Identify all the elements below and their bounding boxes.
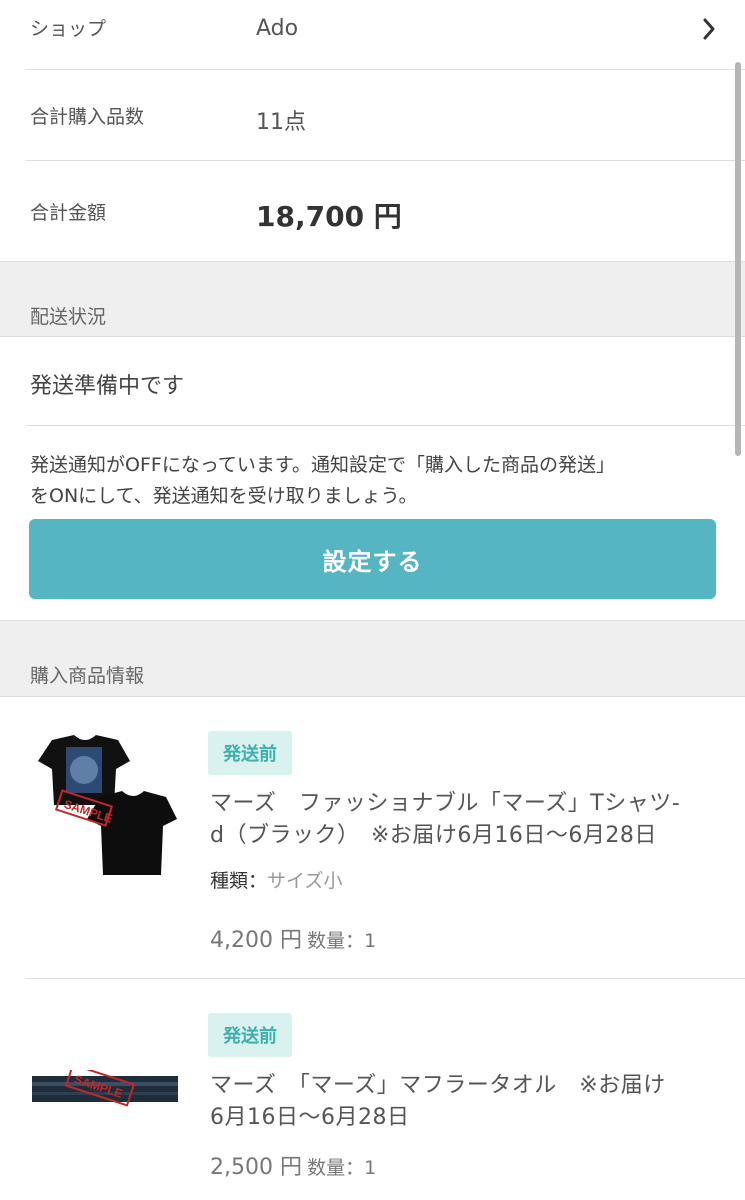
settings-button[interactable]: 設定する: [29, 519, 716, 599]
item-variant: 種類：サイズ小: [210, 866, 342, 893]
status-badge: 発送前: [208, 731, 292, 775]
divider: [26, 978, 745, 979]
total-value: 18,700 円: [256, 200, 402, 233]
variant-value: サイズ小: [267, 870, 343, 892]
divider: [26, 69, 745, 70]
item-image-tshirt[interactable]: SAMPLE: [30, 735, 178, 880]
divider: [26, 160, 745, 161]
item-price-row: 2,500 円 数量：1: [210, 1149, 376, 1181]
divider: [0, 620, 745, 621]
item-quantity: 数量：1: [307, 1157, 377, 1179]
status-badge: 発送前: [208, 1013, 292, 1057]
item-image-towel[interactable]: SAMPLE: [32, 1063, 178, 1110]
shop-value[interactable]: Ado: [256, 16, 298, 41]
item-price: 4,200 円: [210, 928, 302, 953]
notification-notice: 発送通知がOFFになっています。通知設定で「購入した商品の発送」 をONにして、…: [30, 450, 615, 512]
divider: [0, 696, 745, 697]
notice-line-2: をONにして、発送通知を受け取りましょう。: [30, 485, 418, 507]
shop-label: ショップ: [30, 18, 107, 40]
divider: [26, 425, 745, 426]
item-price-row: 4,200 円 数量：1: [210, 922, 376, 954]
items-section-title: 購入商品情報: [30, 665, 145, 687]
total-label: 合計金額: [30, 202, 107, 224]
item-quantity: 数量：1: [307, 930, 377, 952]
shipping-status: 発送準備中です: [30, 374, 185, 399]
item-title[interactable]: マーズ 「マーズ」マフラータオル ※お届け 6月16日～6月28日: [210, 1070, 666, 1134]
item-price: 2,500 円: [210, 1155, 302, 1180]
item-title-line-1: マーズ 「マーズ」マフラータオル ※お届け: [210, 1073, 666, 1098]
item-title-line-1: マーズ ファッショナブル「マーズ」Tシャツ-: [210, 791, 681, 816]
count-label: 合計購入品数: [30, 106, 145, 128]
divider: [0, 336, 745, 337]
divider: [0, 261, 745, 262]
section-header-bg: [0, 261, 745, 336]
variant-label: 種類：: [210, 870, 268, 892]
scrollbar[interactable]: [735, 62, 741, 456]
shipping-section-title: 配送状況: [30, 306, 107, 328]
item-title-line-2: 6月16日～6月28日: [210, 1105, 410, 1130]
item-title[interactable]: マーズ ファッショナブル「マーズ」Tシャツ- d（ブラック） ※お届け6月16日…: [210, 788, 680, 852]
chevron-right-icon[interactable]: [700, 16, 720, 42]
notice-line-1: 発送通知がOFFになっています。通知設定で「購入した商品の発送」: [30, 454, 615, 476]
item-title-line-2: d（ブラック） ※お届け6月16日～6月28日: [210, 823, 657, 848]
count-value: 11点: [256, 110, 306, 135]
